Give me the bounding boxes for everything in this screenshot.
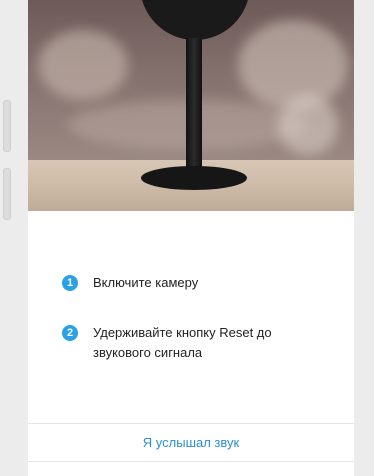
volume-down-button: [3, 168, 11, 220]
volume-up-button: [3, 100, 11, 152]
camera-head: [140, 0, 250, 40]
heard-sound-button[interactable]: Я услышал звук: [28, 424, 354, 461]
instruction-step: 2 Удерживайте кнопку Reset до звукового …: [62, 323, 313, 363]
instructions-panel: 1 Включите камеру 2 Удерживайте кнопку R…: [28, 211, 354, 476]
camera-base: [141, 166, 247, 190]
camera-product-photo: [28, 0, 354, 211]
step-number-badge: 1: [62, 275, 78, 291]
step-number-badge: 2: [62, 325, 78, 341]
camera-stand: [186, 38, 202, 172]
step-text: Удерживайте кнопку Reset до звукового си…: [93, 325, 272, 360]
app-screen: 1 Включите камеру 2 Удерживайте кнопку R…: [28, 0, 354, 476]
phone-frame: 1 Включите камеру 2 Удерживайте кнопку R…: [0, 0, 374, 476]
divider: [28, 461, 354, 462]
instruction-step: 1 Включите камеру: [62, 273, 313, 293]
step-text: Включите камеру: [93, 275, 199, 290]
